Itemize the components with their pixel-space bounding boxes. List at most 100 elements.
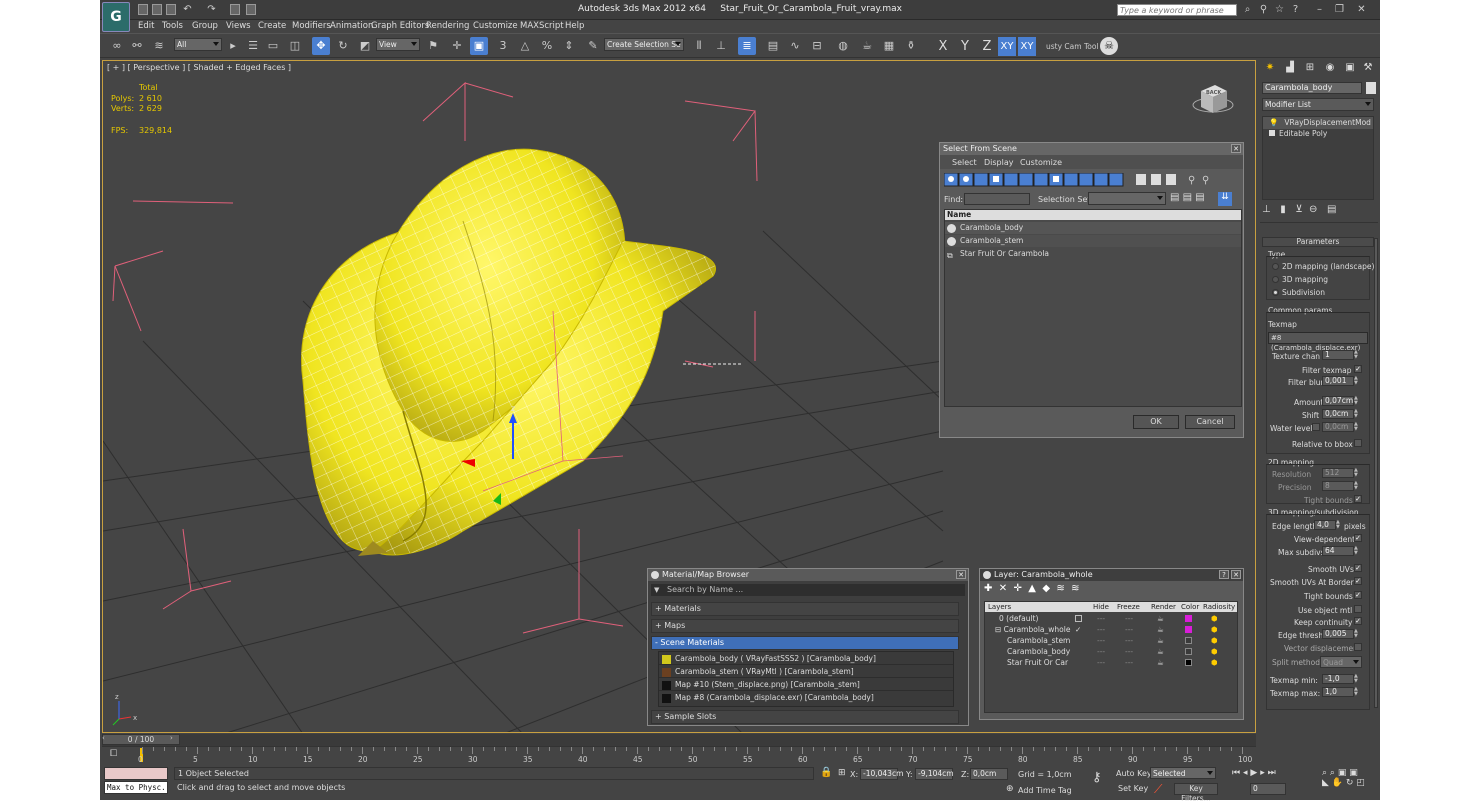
map-item-body-displace[interactable]: Map #8 (Carambola_displace.exr) [Carambo… [659, 692, 953, 704]
col-color[interactable]: Color [1181, 602, 1199, 612]
make-unique-icon[interactable]: ⊻ [1295, 204, 1302, 215]
key-mode-icon[interactable]: ⚷ [1092, 770, 1102, 785]
keep-continuity-checkbox[interactable]: ✓ [1354, 617, 1362, 625]
type-3d-radio[interactable] [1272, 276, 1279, 283]
perspective-viewport[interactable]: z z x [ + ] [ Perspective ] [ Shaded + E… [102, 60, 1256, 733]
layer-help-icon[interactable]: ? [1219, 570, 1229, 579]
close-icon[interactable]: ✕ [1356, 4, 1367, 15]
layer-color-swatch[interactable] [1185, 626, 1192, 633]
use-object-mtl-checkbox[interactable] [1354, 605, 1362, 613]
zoom-extents-all-icon[interactable]: ▣ [1349, 768, 1358, 778]
star-icon[interactable]: ☆ [1274, 4, 1285, 15]
select-dialog-close-icon[interactable]: ✕ [1231, 144, 1241, 153]
time-slider-thumb[interactable]: 0 / 100 [102, 734, 180, 745]
menu-help[interactable]: Help [565, 21, 584, 31]
maximize-viewport-icon[interactable]: ◰ [1356, 778, 1365, 788]
menu-graph-editors[interactable]: Graph Editors [371, 21, 429, 31]
render-setup-icon[interactable]: ☕ [858, 37, 876, 55]
utilities-tab-icon[interactable]: ⚒ [1360, 62, 1376, 76]
shift-arrows[interactable]: ▲ ▼ [1354, 409, 1360, 419]
highlight-layer-icon[interactable]: ◆ [1042, 583, 1050, 594]
col-radiosity[interactable]: Radiosity [1203, 602, 1235, 612]
menu-animation[interactable]: Animation [330, 21, 373, 31]
key-filters-button[interactable]: Key Filters... [1174, 783, 1218, 803]
axis-z-button[interactable]: Z [978, 37, 996, 56]
axis-x-button[interactable]: X [934, 37, 952, 56]
search-options-icon[interactable]: ▼ [654, 586, 659, 594]
select-layer-objects-icon[interactable]: ▲ [1028, 583, 1036, 594]
texmap-max-spinner[interactable]: 1,0 [1322, 687, 1354, 697]
axis-xy-button[interactable]: XY [998, 37, 1016, 56]
select-by-name-icon[interactable]: ☰ [244, 37, 262, 55]
resolution-arrows[interactable]: ▲ ▼ [1354, 468, 1360, 478]
hide-all-icon[interactable]: ≋ [1056, 583, 1064, 594]
filter-texmap-checkbox[interactable]: ✓ [1354, 365, 1362, 373]
set-key-button[interactable]: Set Key [1118, 784, 1148, 793]
texmap-min-spinner[interactable]: -1,0 [1322, 674, 1354, 684]
snaps-toggle-icon[interactable]: 3 [494, 37, 512, 55]
amount-arrows[interactable]: ▲ ▼ [1354, 396, 1360, 406]
minimize-icon[interactable]: – [1314, 4, 1325, 15]
modify-tab-icon[interactable]: ▟ [1282, 62, 1298, 76]
layer-color-swatch[interactable] [1185, 648, 1192, 655]
water-level-arrows[interactable]: ▲ ▼ [1354, 422, 1360, 432]
view-dependent-checkbox[interactable]: ✓ [1354, 534, 1362, 542]
skull-tool-icon[interactable]: ☠ [1100, 37, 1118, 55]
delete-layer-icon[interactable]: ✕ [999, 583, 1007, 594]
select-menu-customize[interactable]: Customize [1020, 158, 1062, 167]
axis-y-button[interactable]: Y [956, 37, 974, 56]
lock-selection-icon[interactable]: 🔒 [820, 767, 832, 778]
tight-bounds-subdiv-checkbox[interactable]: ✓ [1354, 591, 1362, 599]
add-to-layer-icon[interactable]: ✛ [1014, 583, 1022, 594]
texture-chan-spinner[interactable]: 1 [1322, 350, 1354, 360]
water-level-checkbox[interactable] [1312, 423, 1320, 431]
object-name-input[interactable]: Carambola_body [1262, 82, 1362, 94]
set-key-icon[interactable]: ⟋ [1154, 782, 1162, 797]
selection-filter-dropdown[interactable]: All [174, 38, 222, 51]
col-layers[interactable]: Layers [988, 602, 1011, 612]
rectangular-selection-icon[interactable]: ▭ [264, 37, 282, 55]
track-bar-menu-icon[interactable]: ⧠ [110, 749, 122, 761]
mirror-icon[interactable]: ⫴ [690, 37, 708, 55]
name-column-header[interactable]: Name [945, 210, 1241, 220]
edit-named-selection-icon[interactable]: ✎ [584, 37, 602, 55]
unlink-icon[interactable]: ⚯ [128, 37, 146, 55]
help-icon[interactable]: ? [1290, 4, 1301, 15]
filter-blur-arrows[interactable]: ▲ ▼ [1354, 376, 1360, 386]
motion-tab-icon[interactable]: ◉ [1322, 62, 1338, 76]
reference-coordinate-dropdown[interactable]: View [376, 38, 420, 51]
infocenter-icon[interactable]: ⚲ [1258, 4, 1269, 15]
sync-selection-icon[interactable]: ⇊ [1218, 192, 1232, 206]
map-item-stem-displace[interactable]: Map #10 (Stem_displace.png) [Carambola_s… [659, 679, 953, 691]
menu-modifiers[interactable]: Modifiers [292, 21, 331, 31]
col-freeze[interactable]: Freeze [1117, 602, 1140, 612]
orbit-icon[interactable]: ↻ [1346, 778, 1354, 788]
edge-thresh-arrows[interactable]: ▲ ▼ [1354, 629, 1360, 639]
configure-modifier-sets-icon[interactable]: ▤ [1327, 204, 1336, 215]
material-browser-close-icon[interactable]: ✕ [956, 570, 966, 579]
menu-rendering[interactable]: Rendering [426, 21, 469, 31]
manipulate-icon[interactable]: ✛ [448, 37, 466, 55]
scene-item-star-fruit-group[interactable]: ⧉ Star Fruit Or Carambola [945, 248, 1241, 260]
select-menu-select[interactable]: Select [952, 158, 977, 167]
zoom-icon[interactable]: ⌕ [1322, 768, 1327, 778]
water-level-spinner[interactable]: 0,0cm [1322, 422, 1354, 432]
zoom-all-icon[interactable]: ⌕ [1330, 768, 1335, 778]
menu-customize[interactable]: Customize [473, 21, 518, 31]
keyboard-shortcut-override-icon[interactable]: ▣ [470, 37, 488, 55]
layer-color-swatch[interactable] [1185, 615, 1192, 622]
scene-item-carambola-body[interactable]: Carambola_body [945, 222, 1241, 234]
select-ok-button[interactable]: OK [1133, 415, 1179, 429]
col-render[interactable]: Render [1151, 602, 1176, 612]
menu-create[interactable]: Create [258, 21, 286, 31]
relative-bbox-checkbox[interactable] [1354, 439, 1362, 447]
max-subdivs-spinner[interactable]: 64 [1322, 546, 1354, 556]
material-item-body[interactable]: Carambola_body ( VRayFastSSS2 ) [Carambo… [659, 653, 953, 665]
bind-space-warp-icon[interactable]: ≋ [150, 37, 168, 55]
texture-chan-arrows[interactable]: ▲ ▼ [1354, 350, 1360, 360]
layer-color-swatch[interactable] [1185, 637, 1192, 644]
pin-stack-icon[interactable]: ⊥ [1262, 204, 1271, 215]
render-production-icon[interactable]: ⚱ [902, 37, 920, 55]
layer-row-star-fruit[interactable]: Star Fruit Or Car --- --- ☕ ⬢ [985, 657, 1237, 669]
scene-object-list[interactable]: Name Carambola_body Carambola_stem ⧉ Star… [944, 209, 1242, 407]
